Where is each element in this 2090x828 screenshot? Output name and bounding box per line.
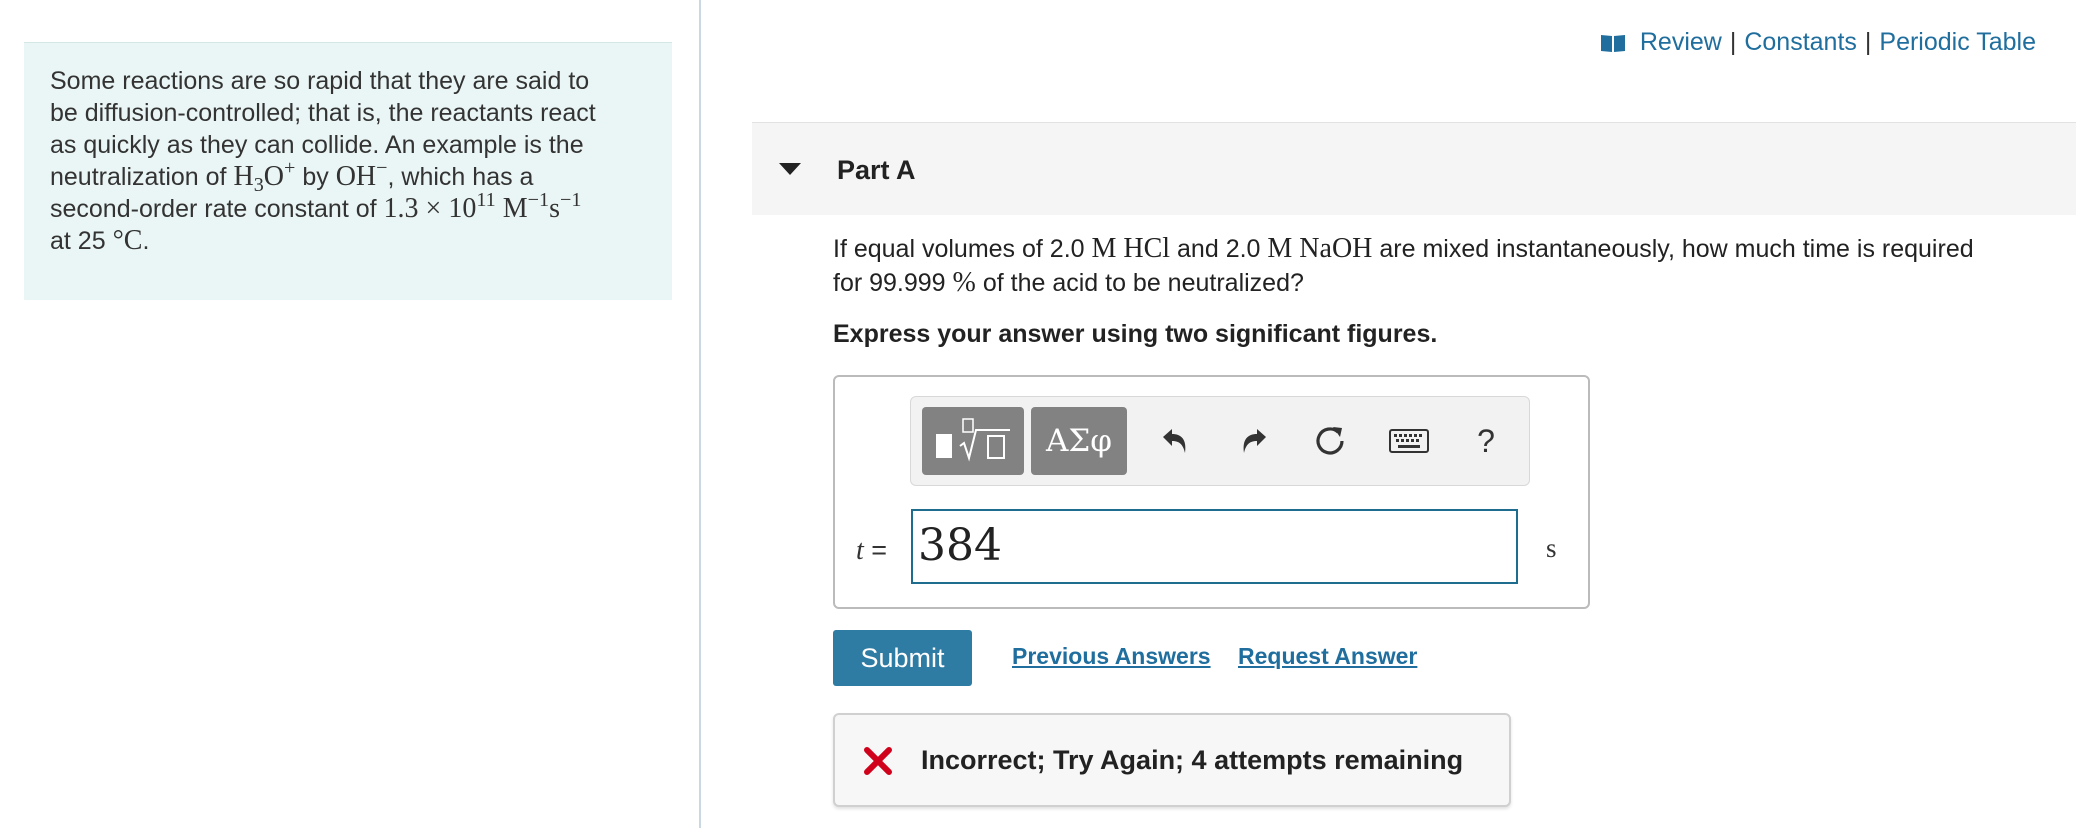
intro-text: by [302,163,329,191]
templates-button[interactable] [922,407,1024,475]
intro-text: at 25 [50,227,106,255]
intro-line-4: neutralization of H3O+ by OH−, which has… [50,156,646,197]
intro-line-6: at 25 °C. [50,225,150,256]
intro-text: second-order rate constant of [50,195,377,223]
book-icon [1600,34,1625,52]
intro-line-2: be diffusion-controlled; that is, the re… [50,99,596,127]
math-toolbar: ΑΣφ ? [910,396,1530,486]
part-a-header[interactable]: Part A [752,122,2076,215]
constants-link[interactable]: Constants [1744,28,1857,57]
keyboard-icon[interactable] [1387,421,1431,461]
feedback-message-box: Incorrect; Try Again; 4 attempts remaini… [833,713,1511,807]
request-answer-link[interactable]: Request Answer [1238,643,1417,670]
periodic-table-link[interactable]: Periodic Table [1879,28,2036,57]
link-separator: | [1864,28,1872,56]
question-text: If equal volumes of 2.0 M HCl and 2.0 M … [833,233,1974,298]
keyboard-glyph [1389,429,1429,453]
intro-text: neutralization of [50,163,227,191]
intro-line-3: as quickly as they can collide. An examp… [50,131,584,159]
help-button[interactable]: ? [1466,421,1506,461]
redo-glyph [1243,429,1266,453]
templates-icon [936,418,1010,462]
intro-line-1: Some reactions are so rapid that they ar… [50,67,590,95]
panel-divider [699,0,701,828]
submit-button[interactable]: Submit [833,630,972,686]
intro-text: , which has a [387,163,534,191]
undo-icon[interactable] [1156,421,1196,461]
previous-answers-link[interactable]: Previous Answers [1012,643,1211,670]
variable-label: t = [856,535,888,566]
redo-icon[interactable] [1233,421,1273,461]
answer-box: ΑΣφ ? t = 384 s [833,375,1590,609]
reset-glyph [1316,427,1344,455]
naoh-concentration: M NaOH [1267,233,1373,264]
undo-glyph [1163,429,1186,453]
hydroxide-formula: OH− [335,156,388,192]
feedback-text: Incorrect; Try Again; 4 attempts remaini… [921,745,1464,775]
answer-input[interactable]: 384 [911,509,1518,584]
intro-line-5: second-order rate constant of 1.3 × 1011… [50,188,646,225]
error-x-icon [864,747,892,775]
reset-icon[interactable] [1310,421,1350,461]
part-title: Part A [837,155,916,185]
unit-label: s [1546,533,1557,563]
resource-links: Review | Constants | Periodic Table [1600,28,2036,57]
problem-intro-panel: Some reactions are so rapid that they ar… [24,42,672,300]
rate-constant-value: 1.3 × 1011 M−1s−1 [383,188,582,224]
review-link[interactable]: Review [1640,28,1722,57]
answer-instruction: Express your answer using two significan… [833,320,1438,348]
hydronium-formula: H3O+ [233,156,296,197]
link-separator: | [1729,28,1737,56]
hcl-concentration: M HCl [1091,233,1171,264]
symbols-button[interactable]: ΑΣφ [1031,407,1127,475]
temperature-unit: °C [112,225,143,256]
caret-down-icon[interactable] [779,163,801,175]
percent-symbol: % [952,267,976,298]
